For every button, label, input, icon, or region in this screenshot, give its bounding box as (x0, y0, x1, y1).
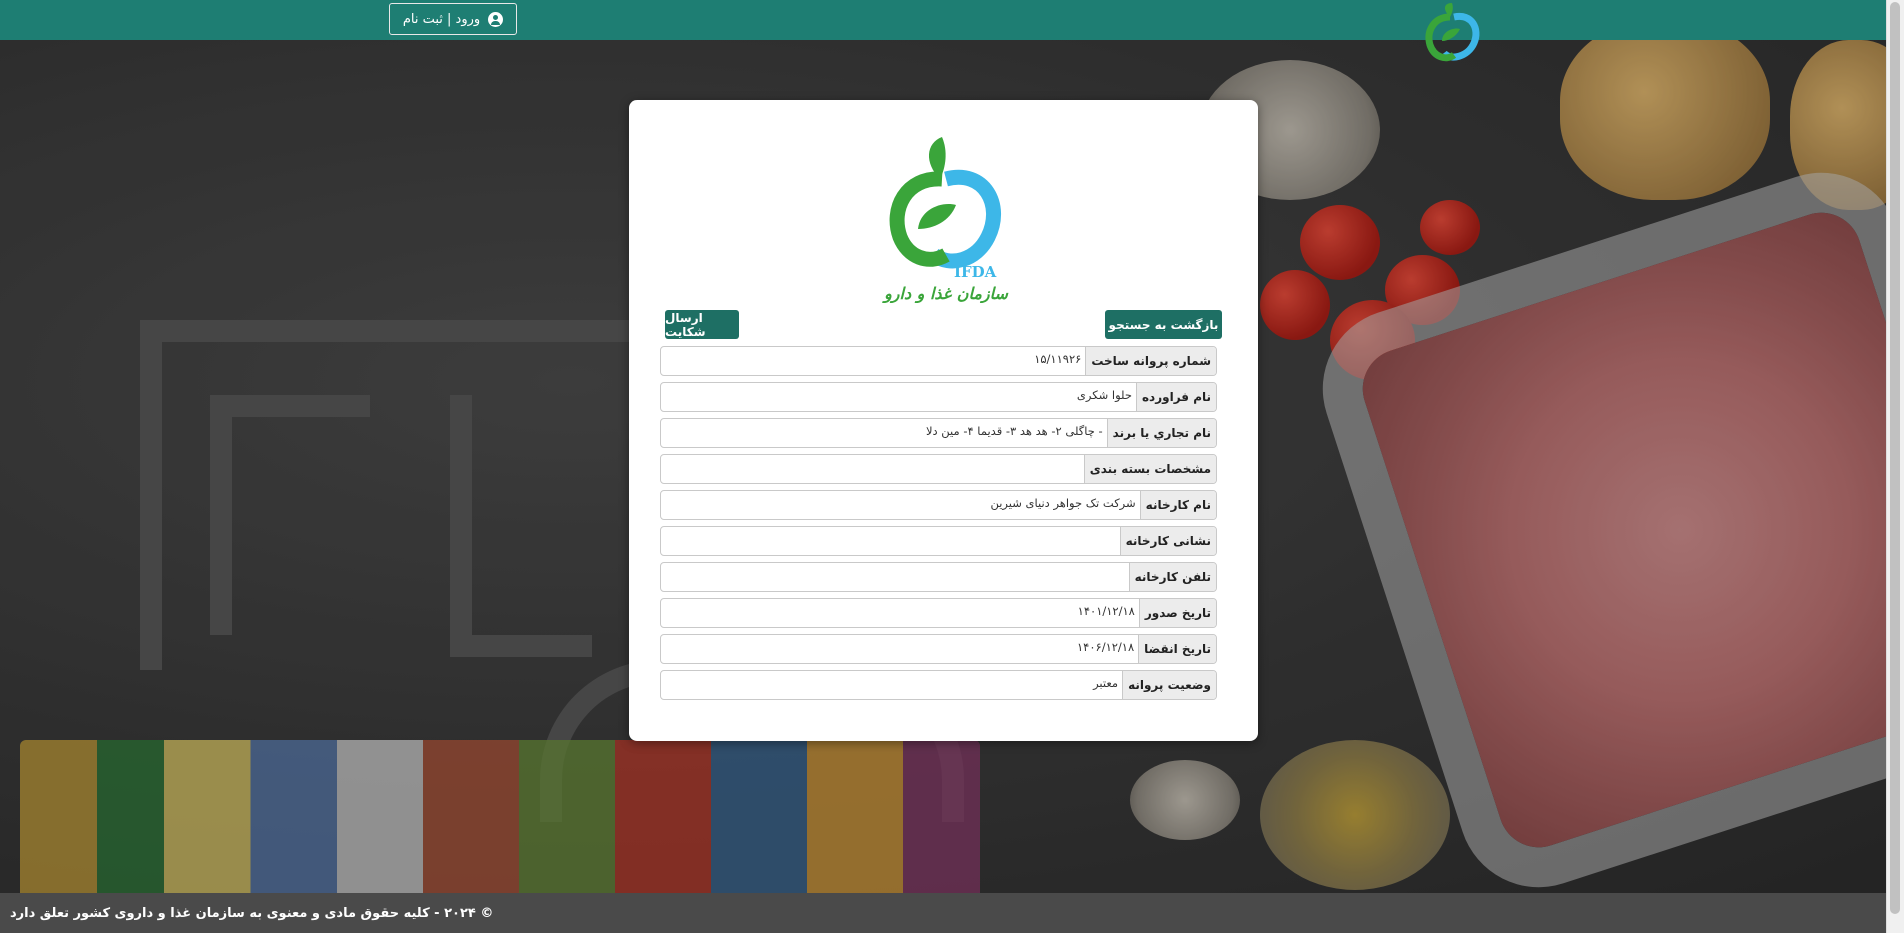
field-value: - چاگلی ۲- هد هد ۳- قدیما ۴- مین دلا (925, 424, 1103, 438)
field-value (1112, 527, 1120, 555)
copyright-text: © ۲۰۲۴ - کلیه حقوق مادی و معنوی به سازما… (10, 905, 494, 921)
field-label: تاریخ صدور (1138, 599, 1216, 627)
page-scrollbar[interactable] (1886, 0, 1904, 933)
row-license-number: شماره پروانه ساخت ۱۵/۱۱۹۲۶ (660, 346, 1217, 376)
field-label: نشانی کارخانه (1119, 527, 1216, 555)
svg-text:IFDA: IFDA (954, 263, 997, 281)
login-register-button[interactable]: ورود | ثبت نام (389, 3, 517, 35)
field-value: ۱۴۰۶/۱۲/۱۸ (1076, 640, 1135, 654)
field-label: وضعیت پروانه (1122, 671, 1216, 699)
field-label: تلفن کارخانه (1128, 563, 1216, 591)
user-circle-icon (488, 11, 504, 27)
row-license-status: وضعیت پروانه معتبر (660, 670, 1217, 700)
row-factory-address: نشانی کارخانه (660, 526, 1217, 556)
row-product-name: نام فراورده حلوا شکری (660, 382, 1217, 412)
scrollbar-thumb[interactable] (1890, 2, 1900, 914)
field-value (1076, 455, 1084, 483)
field-value: ۱۵/۱۱۹۲۶ (1034, 352, 1082, 366)
row-factory-phone: تلفن کارخانه (660, 562, 1217, 592)
row-expiry-date: تاریخ انقضا ۱۴۰۶/۱۲/۱۸ (660, 634, 1217, 664)
row-packaging-specs: مشخصات بسته بندی (660, 454, 1217, 484)
license-details-card: IFDA سازمان غذا و دارو بازگشت به جستجو ا… (629, 100, 1258, 741)
field-label: شماره پروانه ساخت (1085, 347, 1216, 375)
svg-text:سازمان غذا و دارو: سازمان غذا و دارو (881, 284, 1008, 303)
back-to-search-button[interactable]: بازگشت به جستجو (1105, 310, 1222, 339)
site-footer: © ۲۰۲۴ - کلیه حقوق مادی و معنوی به سازما… (0, 893, 1904, 933)
send-complaint-button[interactable]: ارسال شکایت (665, 310, 739, 339)
ifda-logo[interactable] (1420, 1, 1482, 69)
top-navbar: ورود | ثبت نام (0, 0, 1904, 62)
field-value: حلوا شکری (1076, 388, 1132, 402)
field-value: معتبر (1093, 676, 1119, 690)
field-value: ۱۴۰۱/۱۲/۱۸ (1077, 604, 1135, 618)
row-brand-name: نام تجاري يا برند - چاگلی ۲- هد هد ۳- قد… (660, 418, 1217, 448)
field-label: تاریخ انقضا (1138, 635, 1216, 663)
field-label: نام کارخانه (1139, 491, 1216, 519)
ifda-logo-large: IFDA سازمان غذا و دارو (881, 137, 1009, 303)
login-register-label: ورود | ثبت نام (402, 11, 481, 27)
field-value: شرکت تک جواهر دنیای شیرین (990, 496, 1136, 510)
field-value (1121, 563, 1129, 591)
field-label: مشخصات بسته بندی (1083, 455, 1216, 483)
row-factory-name: نام کارخانه شرکت تک جواهر دنیای شیرین (660, 490, 1217, 520)
license-info-list: شماره پروانه ساخت ۱۵/۱۱۹۲۶ نام فراورده ح… (660, 346, 1217, 706)
row-issue-date: تاریخ صدور ۱۴۰۱/۱۲/۱۸ (660, 598, 1217, 628)
field-label: نام فراورده (1135, 383, 1216, 411)
field-label: نام تجاري يا برند (1106, 419, 1216, 447)
